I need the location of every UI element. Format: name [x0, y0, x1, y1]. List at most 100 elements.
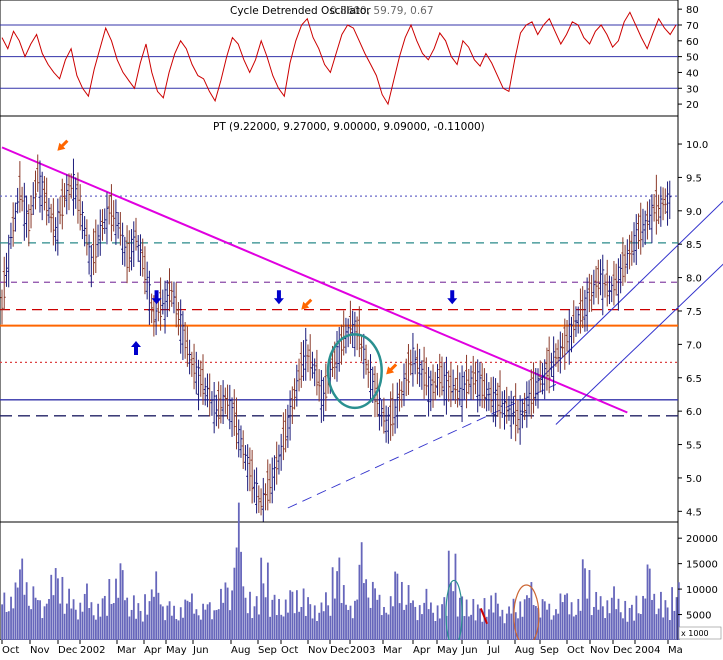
volume-tick-label-10000: 10000 [686, 585, 718, 596]
volume-bar [385, 612, 388, 640]
volume-tick-label-15000: 15000 [686, 560, 718, 571]
volume-bar [48, 598, 50, 640]
volume-bar [660, 591, 662, 640]
volume-bar [416, 620, 419, 640]
volume-bar [604, 618, 606, 640]
volume-bar [599, 596, 602, 640]
volume-bar [597, 609, 600, 640]
volume-bar [329, 615, 332, 640]
volume-bar [371, 581, 374, 640]
volume-bar [126, 597, 129, 640]
volume-bar [139, 610, 142, 640]
volume-unit-label: x 1000 [681, 629, 709, 638]
volume-bar [28, 605, 30, 640]
x-tick-label-Oct: Oct [567, 645, 584, 656]
price-tick-label-5.0: 5.0 [686, 474, 702, 485]
price-tick-label-9.5: 9.5 [686, 173, 702, 184]
x-tick-label-Aug: Aug [515, 645, 535, 656]
price-tick-label-4.5: 4.5 [686, 507, 702, 518]
volume-bar [635, 595, 638, 640]
volume-bar [646, 564, 649, 640]
volume-bar [12, 608, 15, 640]
volume-bar [626, 621, 629, 640]
volume-bar [88, 608, 91, 640]
x-tick-label-May: May [166, 645, 187, 656]
volume-bar [494, 592, 497, 640]
x-tick-label-Nov: Nov [308, 645, 328, 656]
x-tick-label-Dec: Dec [613, 645, 632, 656]
volume-bar [622, 618, 624, 640]
volume-bar [271, 599, 274, 640]
x-tick-label-Mar: Mar [383, 645, 403, 656]
volume-bar [530, 582, 533, 640]
volume-bar [414, 606, 417, 640]
volume-bar [280, 614, 283, 640]
volume-bar [628, 607, 631, 640]
volume-bar [74, 609, 77, 640]
volume-bar [1, 604, 3, 640]
volume-bar [54, 568, 57, 640]
price-tick-label-9.0: 9.0 [686, 207, 702, 218]
volume-bar [188, 602, 191, 640]
volume-bar [593, 606, 595, 640]
volume-bar [19, 569, 21, 640]
volume-bar [409, 602, 412, 640]
volume-bar [405, 604, 408, 640]
volume-bar [662, 617, 665, 640]
volume-bar [668, 620, 671, 640]
volume-bar [195, 609, 198, 640]
volume-bar [177, 620, 180, 640]
volume-bar [546, 609, 548, 640]
volume-bar [170, 615, 173, 640]
volume-bar [657, 608, 660, 640]
volume-bar [206, 604, 209, 640]
volume-bar [358, 564, 361, 640]
volume-bar [208, 602, 211, 640]
volume-bar [213, 610, 216, 640]
volume-bar [407, 585, 410, 640]
volume-bar [179, 607, 182, 640]
volume-bar [262, 583, 265, 640]
volume-bar [568, 614, 571, 640]
volume-bar [347, 609, 350, 640]
volume-bar [108, 579, 111, 640]
volume-bar [99, 616, 102, 640]
volume-bar [624, 600, 627, 640]
volume-bar [443, 597, 446, 640]
volume-bar [351, 618, 354, 640]
volume-bar [237, 502, 240, 640]
volume-bar [501, 609, 504, 640]
volume-bar [95, 619, 97, 640]
volume-bar [389, 596, 392, 640]
volume-bar [421, 614, 423, 640]
volume-bar [224, 582, 227, 640]
volume-bar [555, 609, 557, 640]
volume-bar [5, 611, 8, 640]
volume-bar [367, 597, 370, 640]
volume-bar [519, 601, 522, 640]
volume-bar [222, 602, 225, 640]
volume-bar [242, 586, 245, 640]
volume-bar [441, 604, 443, 640]
volume-bar [168, 601, 171, 640]
volume-bar [266, 562, 269, 640]
volume-bar [296, 590, 298, 640]
volume-bar [655, 614, 658, 640]
volume-bar [121, 570, 124, 640]
volume-bar [488, 609, 490, 640]
volume-bar [92, 615, 95, 640]
volume-bar [307, 597, 309, 640]
x-tick-label-Nov: Nov [590, 645, 610, 656]
volume-bar [572, 616, 575, 640]
volume-bar [320, 602, 323, 640]
volume-bar [430, 602, 432, 640]
volume-bar [184, 599, 187, 640]
volume-bar [65, 603, 68, 640]
volume-bar [398, 603, 401, 640]
volume-bar [226, 587, 229, 640]
volume-bar [52, 595, 55, 640]
volume-bar [182, 617, 184, 640]
volume-bar [211, 619, 213, 640]
volume-bar [467, 616, 470, 640]
volume-bar [586, 598, 589, 640]
